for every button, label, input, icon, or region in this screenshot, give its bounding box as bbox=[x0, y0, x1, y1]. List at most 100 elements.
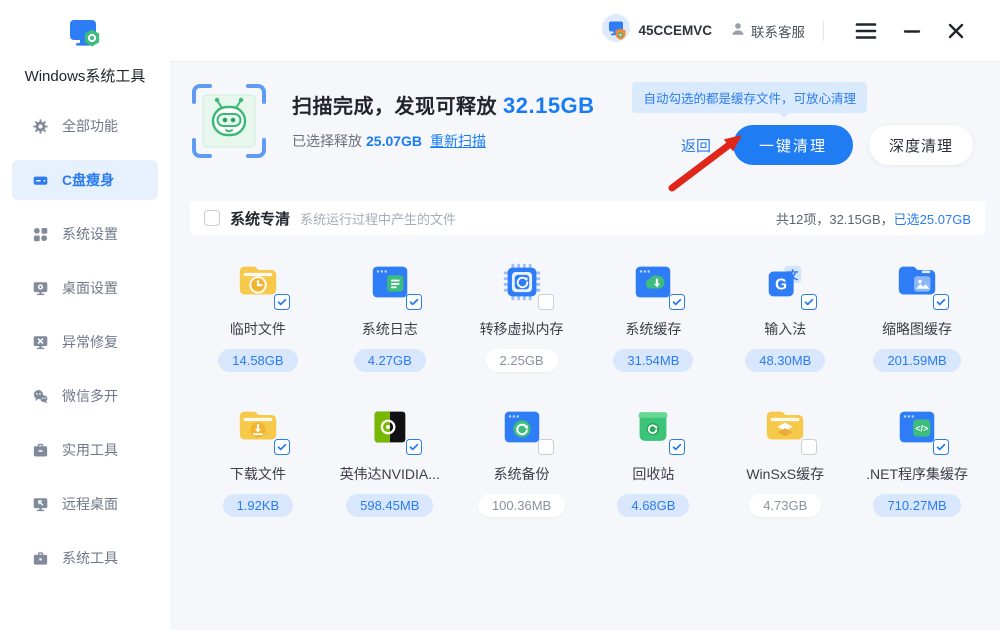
app-logo: Windows系统工具 bbox=[0, 0, 170, 86]
sidebar-item-utilities[interactable]: 实用工具 bbox=[12, 430, 158, 470]
item-checkbox[interactable] bbox=[274, 294, 290, 310]
item-size-badge: 598.45MB bbox=[346, 494, 433, 517]
selected-size: 25.07GB bbox=[366, 133, 422, 149]
item-label: 系统缓存 bbox=[625, 319, 681, 339]
section-stats-selected: 已选25.07GB bbox=[894, 212, 971, 227]
one-click-clean-button[interactable]: 一键清理 bbox=[733, 125, 853, 165]
briefcase-icon bbox=[32, 550, 49, 567]
titlebar: 45CCEMVC 联系客服 bbox=[170, 0, 1000, 62]
recycle-bin-icon bbox=[630, 404, 676, 450]
freeable-size: 32.15GB bbox=[503, 93, 595, 118]
svg-text:G: G bbox=[775, 277, 787, 294]
item-checkbox[interactable] bbox=[669, 294, 685, 310]
sidebar-item-label: 系统设置 bbox=[62, 224, 118, 244]
menu-button[interactable] bbox=[842, 18, 890, 44]
account-icon bbox=[601, 13, 631, 48]
item-size-badge: 31.54MB bbox=[613, 349, 693, 372]
sidebar-item-label: 远程桌面 bbox=[62, 494, 118, 514]
sidebar-item-desktop-settings[interactable]: 桌面设置 bbox=[12, 268, 158, 308]
item-checkbox[interactable] bbox=[406, 439, 422, 455]
account-chip[interactable]: 45CCEMVC bbox=[601, 13, 712, 48]
cleaner-item-system-logs[interactable]: 系统日志 4.27GB bbox=[324, 259, 456, 372]
deep-clean-button[interactable]: 深度清理 bbox=[869, 125, 973, 165]
sidebar-item-error-repair[interactable]: 异常修复 bbox=[12, 322, 158, 362]
item-label: .NET程序集缓存 bbox=[866, 464, 968, 484]
cleaner-item-download-files[interactable]: 下载文件1.92KB bbox=[192, 404, 324, 517]
window-log-icon bbox=[367, 259, 413, 305]
item-size-badge: 4.27GB bbox=[354, 349, 426, 372]
content: 扫描完成，发现可释放 32.15GB 已选择释放25.07GB 重新扫描 自动勾选的… bbox=[170, 62, 1000, 630]
grid-icon bbox=[32, 226, 49, 243]
sidebar-item-label: 实用工具 bbox=[62, 440, 118, 460]
sidebar-item-remote-desktop[interactable]: 远程桌面 bbox=[12, 484, 158, 524]
cleaner-item-winsxs-cache[interactable]: WinSxS缓存4.73GB bbox=[719, 404, 851, 517]
window-cache-icon bbox=[630, 259, 676, 305]
toolbox-icon bbox=[32, 442, 49, 459]
cleaner-item-nvidia-cache[interactable]: 英伟达NVIDIA...598.45MB bbox=[324, 404, 456, 517]
titlebar-divider bbox=[823, 21, 824, 41]
sidebar-item-label: 微信多开 bbox=[62, 386, 118, 406]
main-panel: 45CCEMVC 联系客服 bbox=[170, 0, 1000, 630]
item-size-badge: 100.36MB bbox=[478, 494, 565, 517]
cleaner-item-system-backup[interactable]: 系统备份 100.36MB bbox=[456, 404, 588, 517]
sidebar-item-system-settings[interactable]: 系统设置 bbox=[12, 214, 158, 254]
cleaner-item-recycle-bin[interactable]: 回收站4.68GB bbox=[587, 404, 719, 517]
app-logo-icon bbox=[65, 43, 105, 60]
scan-summary: 扫描完成，发现可释放 32.15GB 已选择释放25.07GB 重新扫描 自动勾选的… bbox=[190, 82, 985, 165]
cleaner-item-virtual-memory[interactable]: 转移虚拟内存2.25GB bbox=[456, 259, 588, 372]
item-checkbox[interactable] bbox=[933, 439, 949, 455]
item-label: 系统备份 bbox=[494, 464, 550, 484]
sidebar-nav: 全部功能 C盘瘦身系统设置桌面设置异常修复微信多开实用工具远程桌面系统工具 bbox=[0, 106, 170, 578]
tooltip-bubble: 自动勾选的都是缓存文件，可放心清理 bbox=[632, 82, 867, 113]
back-link[interactable]: 返回 bbox=[681, 135, 711, 156]
window-code-icon: </> bbox=[894, 404, 940, 450]
app-title: Windows系统工具 bbox=[0, 65, 170, 86]
item-checkbox[interactable] bbox=[406, 294, 422, 310]
cleaner-item-system-cache[interactable]: 系统缓存 31.54MB bbox=[587, 259, 719, 372]
item-label: 临时文件 bbox=[230, 319, 286, 339]
item-label: 转移虚拟内存 bbox=[480, 319, 564, 339]
item-label: 回收站 bbox=[632, 464, 674, 484]
item-label: WinSxS缓存 bbox=[746, 464, 824, 484]
scanner-robot-icon bbox=[190, 82, 268, 160]
scan-title-text: 扫描完成，发现可释放 bbox=[292, 96, 497, 118]
remote-icon bbox=[32, 496, 49, 513]
disk-icon bbox=[32, 172, 49, 189]
section-title: 系统专清 bbox=[230, 208, 290, 229]
item-checkbox[interactable] bbox=[669, 439, 685, 455]
sidebar-item-label: 系统工具 bbox=[62, 548, 118, 568]
cleaner-item-dotnet-cache[interactable]: </>.NET程序集缓存710.27MB bbox=[851, 404, 983, 517]
sidebar-item-all-features[interactable]: 全部功能 bbox=[12, 106, 158, 146]
action-area: 自动勾选的都是缓存文件，可放心清理 返回 一键清理 深度清理 bbox=[632, 82, 985, 165]
item-checkbox[interactable] bbox=[801, 294, 817, 310]
window-backup-icon bbox=[499, 404, 545, 450]
cleaner-item-thumbnail-cache[interactable]: 缩略图缓存201.59MB bbox=[851, 259, 983, 372]
item-checkbox[interactable] bbox=[933, 294, 949, 310]
section-stats: 共12项，32.15GB，已选25.07GB bbox=[776, 209, 971, 228]
item-size-badge: 48.30MB bbox=[745, 349, 825, 372]
sidebar-item-label: 全部功能 bbox=[62, 116, 118, 136]
item-checkbox[interactable] bbox=[538, 294, 554, 310]
cleaner-item-temp-files[interactable]: 临时文件 14.58GB bbox=[192, 259, 324, 372]
sidebar-item-c-drive-slim[interactable]: C盘瘦身 bbox=[12, 160, 158, 200]
item-checkbox[interactable] bbox=[801, 439, 817, 455]
item-label: 系统日志 bbox=[362, 319, 418, 339]
section-stats-total: 共12项，32.15GB， bbox=[776, 212, 894, 227]
monitor-gear-icon bbox=[32, 280, 49, 297]
memory-chip-icon bbox=[499, 259, 545, 305]
sidebar-item-wechat-multi[interactable]: 微信多开 bbox=[12, 376, 158, 416]
selected-size-text: 已选择释放 bbox=[292, 133, 362, 149]
rescan-link[interactable]: 重新扫描 bbox=[430, 133, 486, 149]
cleaner-item-input-method[interactable]: 文G输入法48.30MB bbox=[719, 259, 851, 372]
item-checkbox[interactable] bbox=[538, 439, 554, 455]
close-button[interactable] bbox=[934, 18, 978, 44]
item-checkbox[interactable] bbox=[274, 439, 290, 455]
action-buttons: 返回 一键清理 深度清理 bbox=[681, 125, 973, 165]
section-checkbox[interactable] bbox=[204, 210, 220, 226]
item-size-badge: 14.58GB bbox=[218, 349, 297, 372]
sidebar-item-system-tools[interactable]: 系统工具 bbox=[12, 538, 158, 578]
wechat-icon bbox=[32, 388, 49, 405]
contact-support-button[interactable]: 联系客服 bbox=[730, 21, 805, 41]
minimize-button[interactable] bbox=[890, 18, 934, 44]
account-name: 45CCEMVC bbox=[638, 23, 712, 38]
